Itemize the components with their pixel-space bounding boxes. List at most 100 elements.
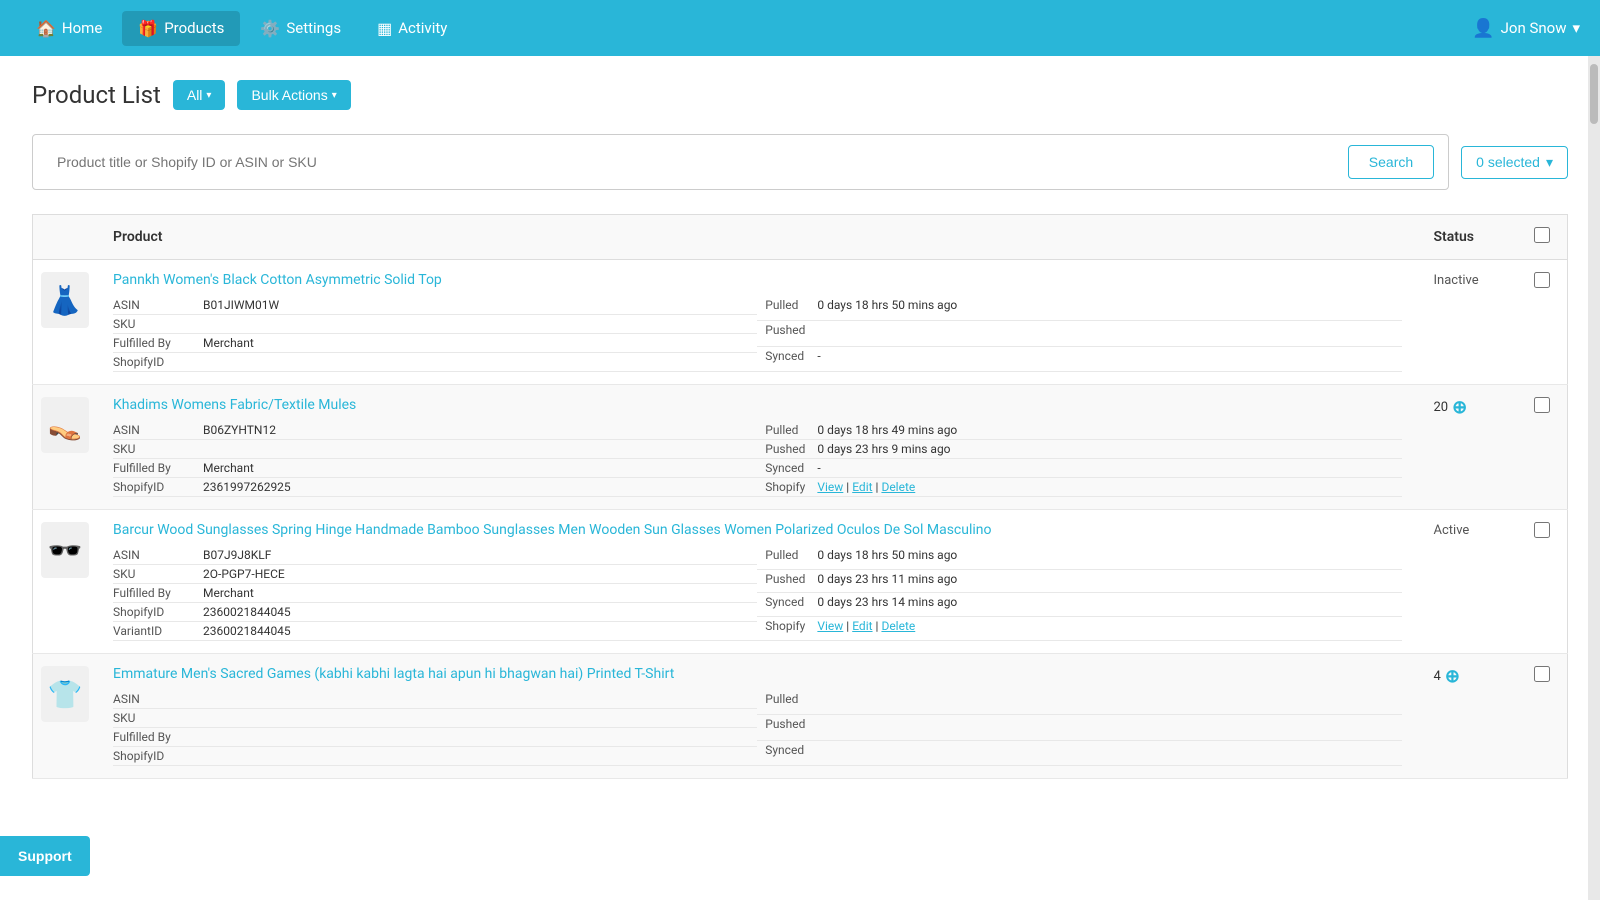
detail-label: ASIN bbox=[113, 296, 203, 315]
support-button[interactable]: Support bbox=[0, 836, 90, 876]
detail-label: SKU bbox=[113, 709, 203, 728]
detail-row: ShopifyID2361997262925 bbox=[113, 478, 757, 497]
shopify-edit-link[interactable]: Edit bbox=[852, 480, 872, 494]
settings-icon: ⚙️ bbox=[260, 19, 280, 38]
search-input[interactable] bbox=[45, 146, 1346, 178]
detail-value: 2O-PGP7-HECE bbox=[203, 565, 757, 584]
product-checkbox[interactable] bbox=[1534, 666, 1550, 682]
detail-row: Pulled bbox=[757, 690, 1401, 715]
detail-row: Fulfilled ByMerchant bbox=[113, 584, 757, 603]
product-detail-grid: ASINB07J9J8KLFSKU2O-PGP7-HECEFulfilled B… bbox=[113, 546, 1402, 641]
shopify-edit-link[interactable]: Edit bbox=[852, 619, 872, 633]
selected-caret-icon: ▾ bbox=[1546, 154, 1553, 171]
product-image-cell: 👕 bbox=[33, 654, 98, 779]
count-plus-icon[interactable]: ⊕ bbox=[1452, 397, 1467, 418]
detail-label: Pulled bbox=[757, 690, 817, 715]
table-row: 👕 Emmature Men's Sacred Games (kabhi kabh… bbox=[33, 654, 1568, 779]
bulk-actions-button[interactable]: Bulk Actions ▾ bbox=[237, 80, 350, 110]
detail-row: Synced- bbox=[757, 346, 1401, 371]
detail-row: Pushed bbox=[757, 715, 1401, 740]
detail-value: 0 days 23 hrs 11 mins ago bbox=[817, 569, 1401, 593]
product-image-cell: 🕶️ bbox=[33, 510, 98, 654]
product-checkbox-cell bbox=[1518, 510, 1568, 654]
detail-value: Merchant bbox=[203, 334, 757, 353]
search-input-container: Search bbox=[32, 134, 1449, 190]
scrollbar-thumb[interactable] bbox=[1590, 64, 1598, 124]
detail-label: Pulled bbox=[757, 421, 817, 440]
detail-row: ShopifyID bbox=[113, 353, 757, 372]
all-button[interactable]: All ▾ bbox=[173, 80, 226, 110]
detail-label: Pulled bbox=[757, 296, 817, 321]
col-header-product: Product bbox=[97, 215, 1418, 260]
product-title[interactable]: Emmature Men's Sacred Games (kabhi kabhi… bbox=[113, 666, 1402, 682]
detail-row: Fulfilled ByMerchant bbox=[113, 459, 757, 478]
detail-label: Fulfilled By bbox=[113, 334, 203, 353]
product-image: 👗 bbox=[41, 272, 89, 328]
detail-row: Pushed0 days 23 hrs 11 mins ago bbox=[757, 569, 1401, 593]
detail-row: ShopifyID2360021844045 bbox=[113, 603, 757, 622]
detail-value bbox=[203, 728, 757, 747]
detail-value: 2361997262925 bbox=[203, 478, 757, 497]
detail-row: VariantID2360021844045 bbox=[113, 622, 757, 641]
product-status-cell: 4⊕ bbox=[1418, 654, 1518, 779]
detail-value: 2360021844045 bbox=[203, 622, 757, 641]
product-title[interactable]: Khadims Womens Fabric/Textile Mules bbox=[113, 397, 1402, 413]
detail-row: Synced- bbox=[757, 459, 1401, 478]
detail-label: Fulfilled By bbox=[113, 584, 203, 603]
product-checkbox[interactable] bbox=[1534, 397, 1550, 413]
shopify-view-link[interactable]: View bbox=[817, 619, 843, 633]
status-count: 4⊕ bbox=[1434, 666, 1502, 687]
product-title[interactable]: Pannkh Women's Black Cotton Asymmetric S… bbox=[113, 272, 1402, 288]
col-header-checkbox bbox=[1518, 215, 1568, 260]
product-image-cell: 👡 bbox=[33, 385, 98, 510]
col-header-img bbox=[33, 215, 98, 260]
detail-label: Synced bbox=[757, 593, 817, 617]
detail-row: ShopifyView | Edit | Delete bbox=[757, 478, 1401, 497]
product-right-details: Pulled0 days 18 hrs 50 mins agoPushed0 d… bbox=[757, 546, 1401, 641]
detail-value: 0 days 18 hrs 50 mins ago bbox=[817, 296, 1401, 321]
detail-row: ASINB01JIWM01W bbox=[113, 296, 757, 315]
product-checkbox[interactable] bbox=[1534, 272, 1550, 288]
product-title[interactable]: Barcur Wood Sunglasses Spring Hinge Hand… bbox=[113, 522, 1402, 538]
nav-products[interactable]: 🎁 Products bbox=[122, 11, 240, 46]
count-plus-icon[interactable]: ⊕ bbox=[1445, 666, 1460, 687]
nav-home-label: Home bbox=[62, 19, 102, 37]
product-left-details: ASINB01JIWM01WSKUFulfilled ByMerchantSho… bbox=[113, 296, 757, 372]
col-header-status: Status bbox=[1418, 215, 1518, 260]
detail-label: ASIN bbox=[113, 690, 203, 709]
detail-label: Shopify bbox=[757, 617, 817, 641]
nav-activity[interactable]: ▦ Activity bbox=[361, 11, 463, 46]
search-button[interactable]: Search bbox=[1348, 145, 1434, 179]
detail-value bbox=[817, 740, 1401, 765]
detail-label: Pushed bbox=[757, 440, 817, 459]
shopify-view-link[interactable]: View bbox=[817, 480, 843, 494]
detail-label: Pulled bbox=[757, 546, 817, 569]
detail-label: Fulfilled By bbox=[113, 728, 203, 747]
product-right-details: Pulled0 days 18 hrs 49 mins agoPushed0 d… bbox=[757, 421, 1401, 497]
detail-value: Merchant bbox=[203, 459, 757, 478]
detail-value bbox=[203, 747, 757, 766]
status-count: 20⊕ bbox=[1434, 397, 1502, 418]
selected-button[interactable]: 0 selected ▾ bbox=[1461, 146, 1568, 179]
detail-label: Synced bbox=[757, 740, 817, 765]
shopify-delete-link[interactable]: Delete bbox=[881, 480, 915, 494]
nav-settings[interactable]: ⚙️ Settings bbox=[244, 11, 357, 46]
nav-products-label: Products bbox=[164, 19, 224, 37]
nav-home[interactable]: 🏠 Home bbox=[20, 11, 118, 46]
detail-label: ASIN bbox=[113, 546, 203, 565]
detail-value: B01JIWM01W bbox=[203, 296, 757, 315]
detail-row: Synced0 days 23 hrs 14 mins ago bbox=[757, 593, 1401, 617]
shopify-delete-link[interactable]: Delete bbox=[881, 619, 915, 633]
product-left-details: ASINSKUFulfilled ByShopifyID bbox=[113, 690, 757, 766]
user-icon: 👤 bbox=[1472, 18, 1494, 39]
detail-label: Pushed bbox=[757, 715, 817, 740]
user-menu[interactable]: 👤 Jon Snow ▾ bbox=[1472, 18, 1580, 39]
detail-value bbox=[203, 709, 757, 728]
select-all-checkbox[interactable] bbox=[1534, 227, 1550, 243]
page-header: Product List All ▾ Bulk Actions ▾ bbox=[32, 80, 1568, 110]
product-checkbox[interactable] bbox=[1534, 522, 1550, 538]
detail-row: ShopifyID bbox=[113, 747, 757, 766]
detail-value bbox=[203, 315, 757, 334]
main-content: Product List All ▾ Bulk Actions ▾ Search… bbox=[0, 56, 1600, 900]
product-detail-grid: ASINSKUFulfilled ByShopifyIDPulledPushed… bbox=[113, 690, 1402, 766]
